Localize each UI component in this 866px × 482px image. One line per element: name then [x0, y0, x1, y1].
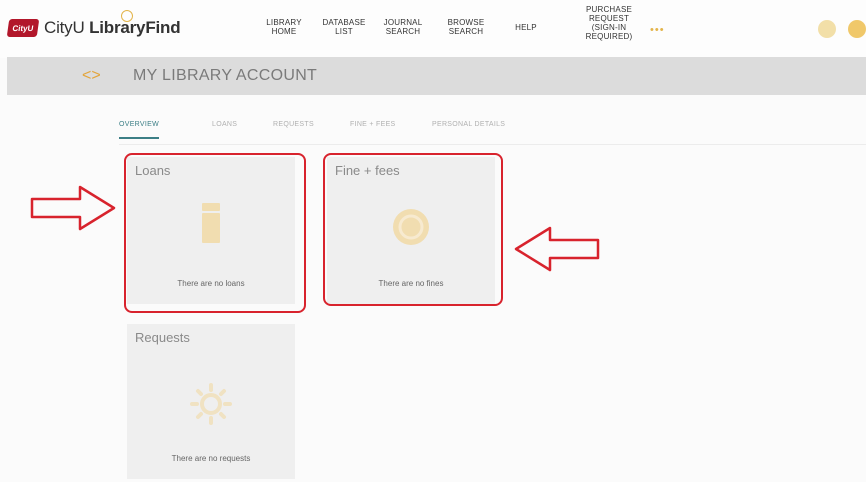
requests-empty-message: There are no requests [171, 454, 251, 463]
fines-highlight-box [323, 153, 503, 306]
nav-library-home[interactable]: Library Home [262, 18, 306, 36]
tab-loans[interactable]: Loans [212, 121, 237, 137]
top-header: CityU CityU LibraryFind Library Home Data… [0, 0, 866, 58]
nav-database-list[interactable]: Database List [318, 18, 370, 36]
tab-personal-details[interactable]: Personal details [432, 121, 505, 137]
logo-wordmark: CityU LibraryFind [44, 18, 181, 37]
nav-browse-search[interactable]: Browse Search [444, 18, 488, 36]
gear-icon [190, 383, 232, 425]
cityu-badge: CityU [6, 19, 40, 37]
account-tabs: Overview Loans Requests Fine + fees Pers… [119, 114, 866, 145]
nav-journal-search[interactable]: Journal Search [380, 18, 426, 36]
page-title: MY LIBRARY ACCOUNT [133, 67, 318, 84]
requests-card[interactable]: Requests There are no requests [127, 324, 295, 479]
loans-highlight-box [124, 153, 306, 313]
library-logo[interactable]: CityU CityU LibraryFind [6, 10, 181, 38]
more-menu-icon[interactable]: ••• [650, 24, 665, 36]
requests-card-title: Requests [135, 330, 190, 345]
chevron-left-icon[interactable]: <> [82, 67, 101, 85]
right-arrow-icon [30, 185, 116, 231]
nav-help[interactable]: Help [508, 23, 544, 32]
tab-fine-fees[interactable]: Fine + fees [350, 121, 396, 137]
lightbulb-icon [121, 10, 133, 22]
nav-purchase-request[interactable]: Purchase Request (Sign-in Required) [574, 5, 644, 41]
tab-requests[interactable]: Requests [273, 121, 314, 137]
tab-overview[interactable]: Overview [119, 121, 160, 139]
title-band: <> MY LIBRARY ACCOUNT [7, 57, 866, 95]
favorites-icon[interactable] [848, 20, 866, 38]
left-arrow-icon [514, 226, 600, 272]
user-icon[interactable] [818, 20, 836, 38]
